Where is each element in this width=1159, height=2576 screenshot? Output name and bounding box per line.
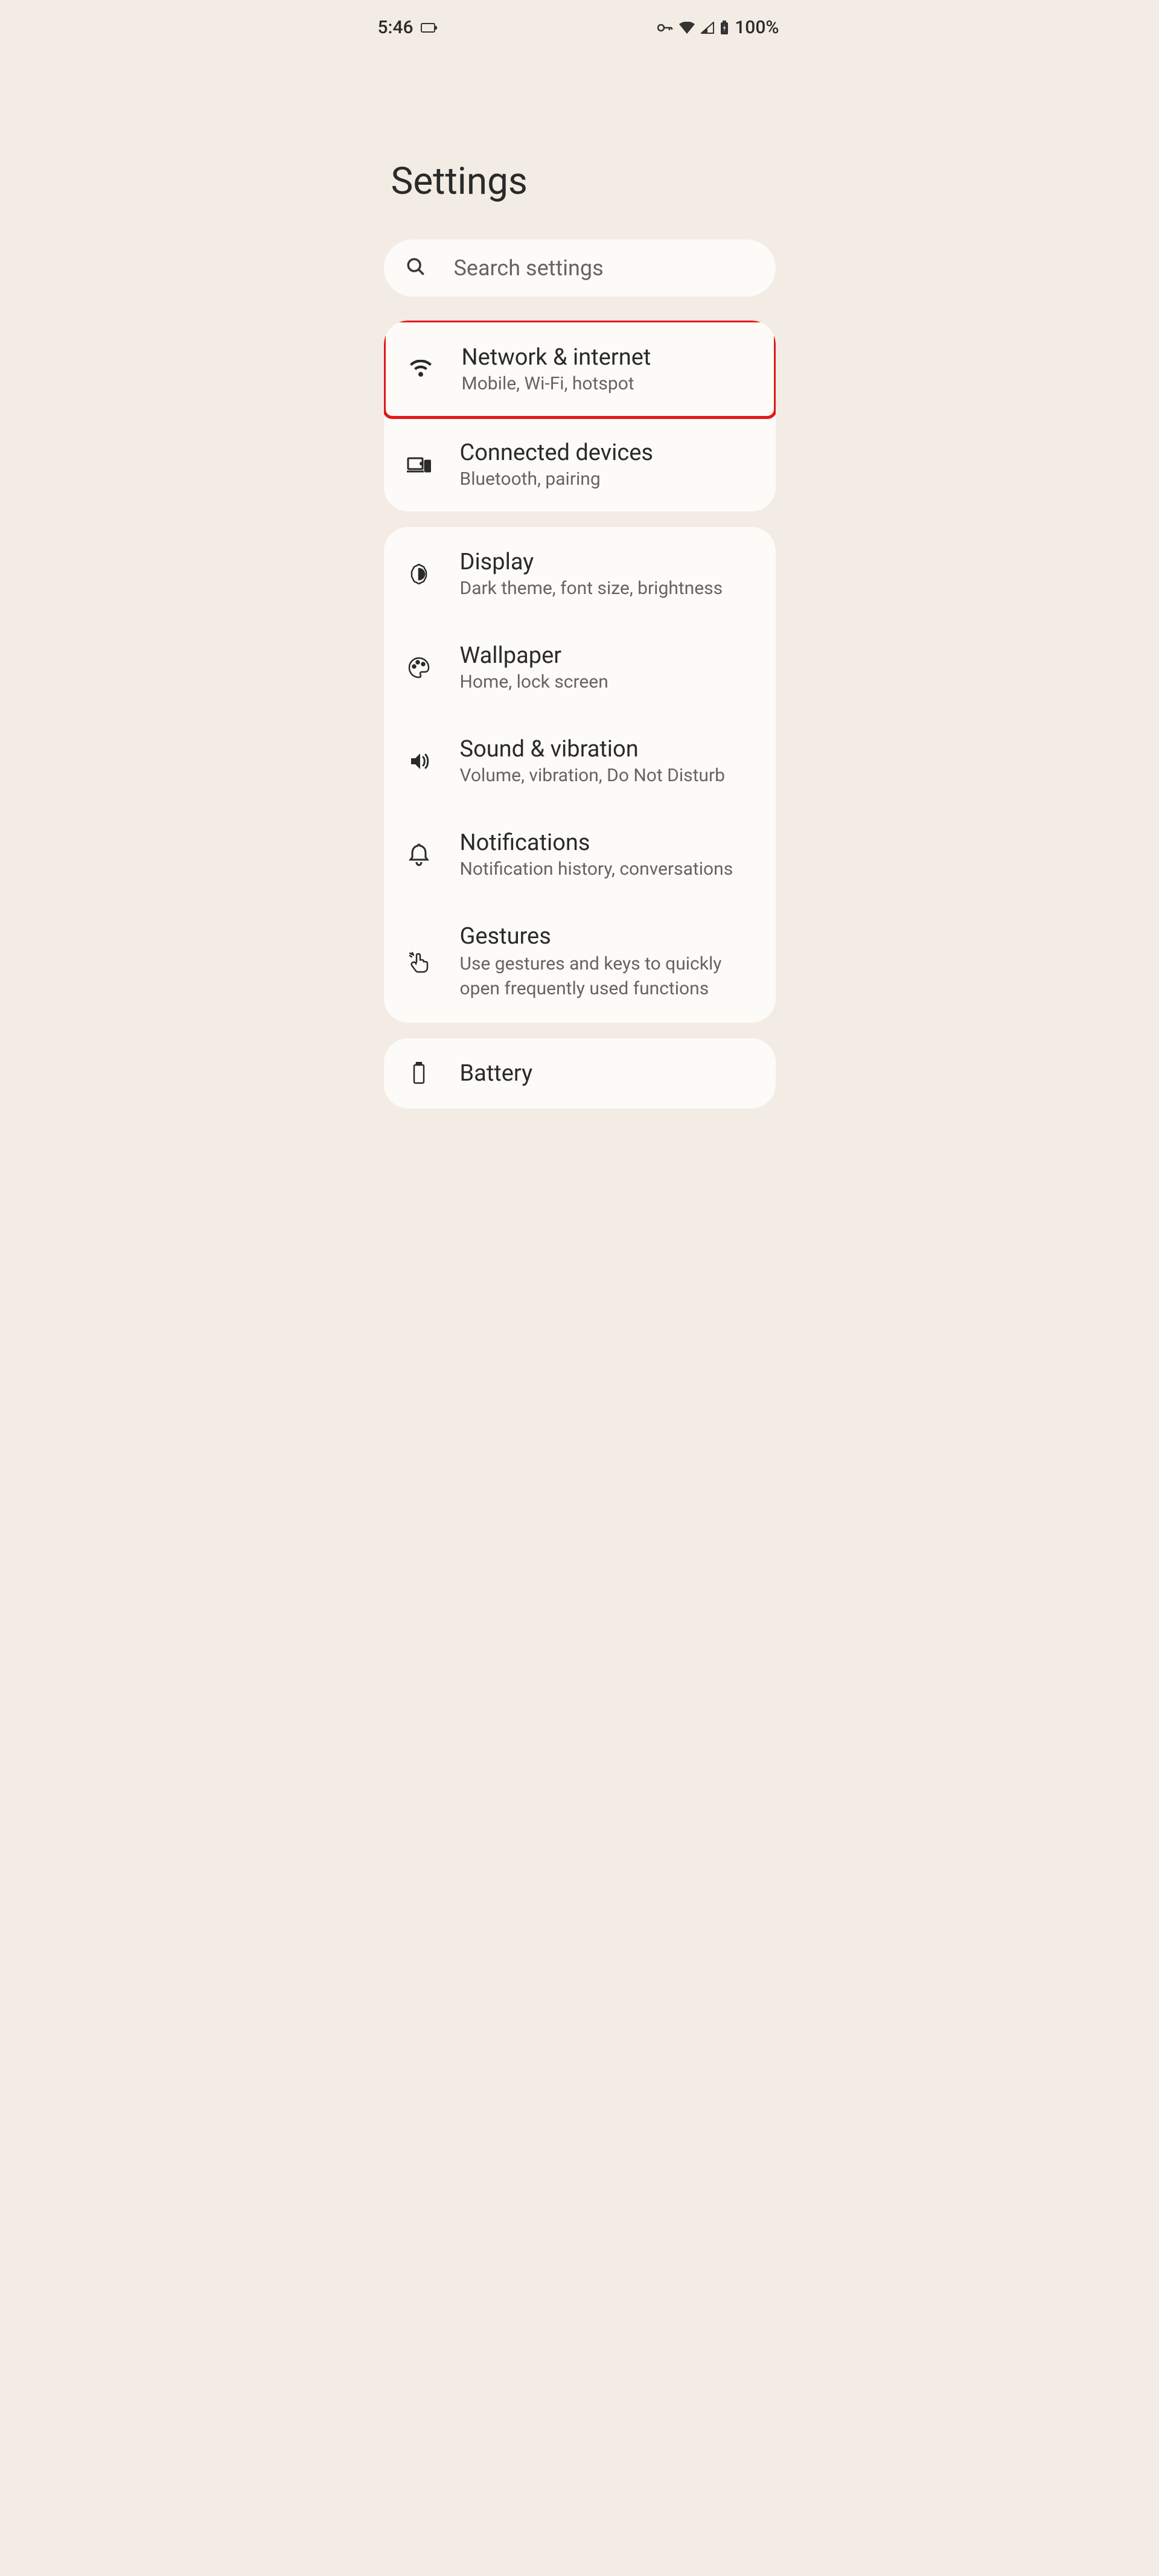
settings-item-battery[interactable]: Battery xyxy=(384,1038,776,1108)
search-placeholder: Search settings xyxy=(454,255,604,281)
item-subtitle: Home, lock screen xyxy=(460,671,608,692)
page-title: Settings xyxy=(367,48,793,240)
settings-group-connectivity: Network & internet Mobile, Wi-Fi, hotspo… xyxy=(384,321,776,511)
search-icon xyxy=(406,257,426,280)
settings-item-gestures[interactable]: Gestures Use gestures and keys to quickl… xyxy=(384,901,776,1023)
settings-group-system: Battery xyxy=(384,1038,776,1108)
settings-item-network[interactable]: Network & internet Mobile, Wi-Fi, hotspo… xyxy=(384,321,776,419)
phone-screen: 5:46 xyxy=(367,0,793,2576)
brightness-icon xyxy=(406,561,432,587)
item-title: Sound & vibration xyxy=(460,736,725,762)
item-title: Battery xyxy=(460,1060,533,1087)
palette-icon xyxy=(406,654,432,681)
battery-percent: 100% xyxy=(735,17,779,38)
settings-item-sound[interactable]: Sound & vibration Volume, vibration, Do … xyxy=(384,714,776,808)
status-bar-left: 5:46 xyxy=(378,17,435,38)
item-subtitle: Notification history, conversations xyxy=(460,858,733,880)
battery-icon xyxy=(406,1060,432,1087)
settings-item-display[interactable]: Display Dark theme, font size, brightnes… xyxy=(384,527,776,621)
vpn-key-icon xyxy=(657,24,673,32)
status-bar: 5:46 xyxy=(367,0,793,48)
status-time: 5:46 xyxy=(378,17,413,38)
item-subtitle: Dark theme, font size, brightness xyxy=(460,578,723,599)
item-title: Notifications xyxy=(460,829,733,856)
battery-charging-icon xyxy=(720,21,729,35)
gesture-icon xyxy=(406,949,432,976)
battery-status-icon xyxy=(421,23,435,33)
item-title: Connected devices xyxy=(460,439,654,466)
item-title: Wallpaper xyxy=(460,642,608,669)
search-bar[interactable]: Search settings xyxy=(384,240,776,296)
devices-icon xyxy=(406,452,432,478)
item-title: Gestures xyxy=(460,923,732,950)
wifi-status-icon xyxy=(679,22,695,34)
signal-status-icon xyxy=(701,22,714,34)
status-bar-right: 100% xyxy=(657,17,779,38)
settings-group-personalization: Display Dark theme, font size, brightnes… xyxy=(384,527,776,1023)
settings-item-notifications[interactable]: Notifications Notification history, conv… xyxy=(384,808,776,901)
item-title: Display xyxy=(460,549,723,575)
sound-icon xyxy=(406,748,432,775)
item-subtitle: Use gestures and keys to quickly open fr… xyxy=(460,952,732,1001)
item-subtitle: Mobile, Wi-Fi, hotspot xyxy=(462,373,651,394)
item-title: Network & internet xyxy=(462,344,651,371)
settings-item-wallpaper[interactable]: Wallpaper Home, lock screen xyxy=(384,621,776,714)
bell-icon xyxy=(406,842,432,868)
item-subtitle: Volume, vibration, Do Not Disturb xyxy=(460,765,725,786)
settings-item-connected-devices[interactable]: Connected devices Bluetooth, pairing xyxy=(384,418,776,511)
item-subtitle: Bluetooth, pairing xyxy=(460,468,654,490)
wifi-icon xyxy=(407,356,434,383)
